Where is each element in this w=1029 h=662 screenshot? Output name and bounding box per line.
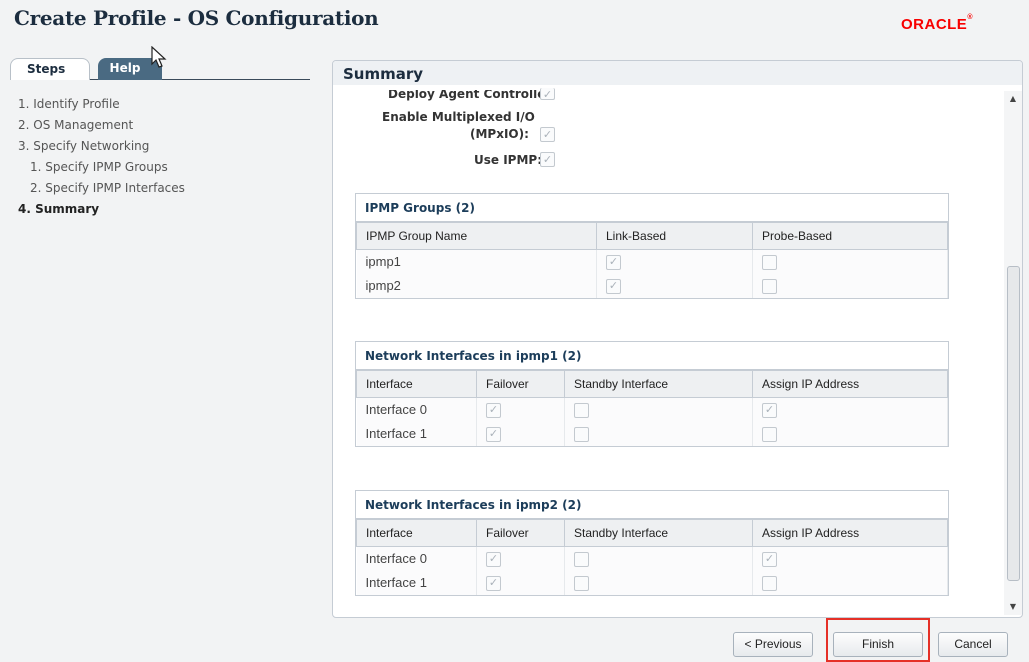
col-failover[interactable]: Failover bbox=[476, 370, 565, 398]
table-row[interactable]: Interface 1 ✓ bbox=[356, 421, 948, 446]
failover-checkbox: ✓ bbox=[486, 426, 501, 442]
table-row[interactable]: Interface 0 ✓ ✓ bbox=[356, 546, 948, 571]
ipmp-groups-table: IPMP Groups (2) IPMP Group Name Link-Bas… bbox=[355, 193, 949, 299]
table-header-row: Interface Failover Standby Interface Ass… bbox=[356, 519, 948, 547]
col-assign-ip-address[interactable]: Assign IP Address bbox=[752, 519, 948, 547]
deploy-agent-checkbox: ✓ bbox=[540, 88, 555, 101]
previous-button[interactable]: < Previous bbox=[733, 632, 813, 657]
cancel-button[interactable]: Cancel bbox=[938, 632, 1008, 657]
col-standby-interface[interactable]: Standby Interface bbox=[564, 519, 753, 547]
col-failover[interactable]: Failover bbox=[476, 519, 565, 547]
standby-checkbox bbox=[574, 551, 589, 567]
deploy-agent-label: Deploy Agent Controller: bbox=[388, 90, 557, 101]
interface-name-cell: Interface 1 bbox=[356, 421, 477, 446]
col-interface[interactable]: Interface bbox=[356, 519, 477, 547]
finish-highlight-box bbox=[826, 618, 930, 662]
scroll-thumb[interactable] bbox=[1007, 266, 1020, 581]
mpxio-label-line1: Enable Multiplexed I/O bbox=[382, 110, 535, 124]
step-specify-ipmp-groups[interactable]: 1. Specify IPMP Groups bbox=[18, 157, 185, 178]
table-row[interactable]: ipmp1 ✓ bbox=[356, 249, 948, 274]
failover-checkbox: ✓ bbox=[486, 402, 501, 418]
ipmp1-interfaces-table: Network Interfaces in ipmp1 (2) Interfac… bbox=[355, 341, 949, 447]
use-ipmp-label: Use IPMP: bbox=[474, 153, 542, 167]
standby-checkbox bbox=[574, 426, 589, 442]
interface-name-cell: Interface 0 bbox=[356, 546, 477, 571]
ipmp-groups-title: IPMP Groups (2) bbox=[356, 194, 948, 222]
failover-checkbox: ✓ bbox=[486, 551, 501, 567]
link-based-checkbox: ✓ bbox=[606, 278, 621, 294]
interface-name-cell: Interface 1 bbox=[356, 570, 477, 595]
assign-ip-checkbox bbox=[762, 575, 777, 591]
col-link-based[interactable]: Link-Based bbox=[596, 222, 753, 250]
failover-checkbox: ✓ bbox=[486, 575, 501, 591]
col-standby-interface[interactable]: Standby Interface bbox=[564, 370, 753, 398]
summary-header: Summary bbox=[333, 61, 1022, 85]
ipmp2-interfaces-title: Network Interfaces in ipmp2 (2) bbox=[356, 491, 948, 519]
col-ipmp-group-name[interactable]: IPMP Group Name bbox=[356, 222, 597, 250]
mpxio-checkbox: ✓ bbox=[540, 127, 555, 142]
oracle-logo: ORACLE® bbox=[900, 14, 973, 33]
table-header-row: IPMP Group Name Link-Based Probe-Based bbox=[356, 222, 948, 250]
standby-checkbox bbox=[574, 402, 589, 418]
scroll-down-icon[interactable]: ▼ bbox=[1004, 599, 1022, 615]
table-header-row: Interface Failover Standby Interface Ass… bbox=[356, 370, 948, 398]
col-interface[interactable]: Interface bbox=[356, 370, 477, 398]
oracle-logo-text: ORACLE bbox=[900, 16, 968, 33]
page-title: Create Profile - OS Configuration bbox=[14, 6, 379, 30]
tab-steps[interactable]: Steps bbox=[10, 58, 90, 80]
table-row[interactable]: Interface 0 ✓ ✓ bbox=[356, 397, 948, 422]
step-identify-profile[interactable]: 1. Identify Profile bbox=[18, 94, 185, 115]
step-specify-ipmp-interfaces[interactable]: 2. Specify IPMP Interfaces bbox=[18, 178, 185, 199]
group-name-cell: ipmp1 bbox=[356, 249, 597, 274]
step-summary: 4. Summary bbox=[18, 202, 100, 216]
ipmp1-interfaces-title: Network Interfaces in ipmp1 (2) bbox=[356, 342, 948, 370]
standby-checkbox bbox=[574, 575, 589, 591]
mouse-cursor-icon bbox=[151, 46, 167, 68]
probe-based-checkbox bbox=[762, 278, 777, 294]
col-probe-based[interactable]: Probe-Based bbox=[752, 222, 948, 250]
table-row[interactable]: Interface 1 ✓ bbox=[356, 570, 948, 595]
mpxio-label-line2: (MPxIO): bbox=[470, 127, 529, 141]
steps-list: 1. Identify Profile 2. OS Management 3. … bbox=[18, 94, 185, 220]
vertical-scrollbar[interactable]: ▲ ▼ bbox=[1004, 91, 1022, 615]
interface-name-cell: Interface 0 bbox=[356, 397, 477, 422]
table-row[interactable]: ipmp2 ✓ bbox=[356, 273, 948, 298]
col-assign-ip-address[interactable]: Assign IP Address bbox=[752, 370, 948, 398]
group-name-cell: ipmp2 bbox=[356, 273, 597, 298]
summary-title: Summary bbox=[343, 65, 424, 83]
step-os-management[interactable]: 2. OS Management bbox=[18, 115, 185, 136]
assign-ip-checkbox: ✓ bbox=[762, 402, 777, 418]
scroll-up-icon[interactable]: ▲ bbox=[1004, 91, 1022, 107]
assign-ip-checkbox bbox=[762, 426, 777, 442]
ipmp2-interfaces-table: Network Interfaces in ipmp2 (2) Interfac… bbox=[355, 490, 949, 596]
probe-based-checkbox bbox=[762, 254, 777, 270]
use-ipmp-checkbox: ✓ bbox=[540, 152, 555, 167]
assign-ip-checkbox: ✓ bbox=[762, 551, 777, 567]
step-specify-networking[interactable]: 3. Specify Networking bbox=[18, 136, 185, 157]
link-based-checkbox: ✓ bbox=[606, 254, 621, 270]
